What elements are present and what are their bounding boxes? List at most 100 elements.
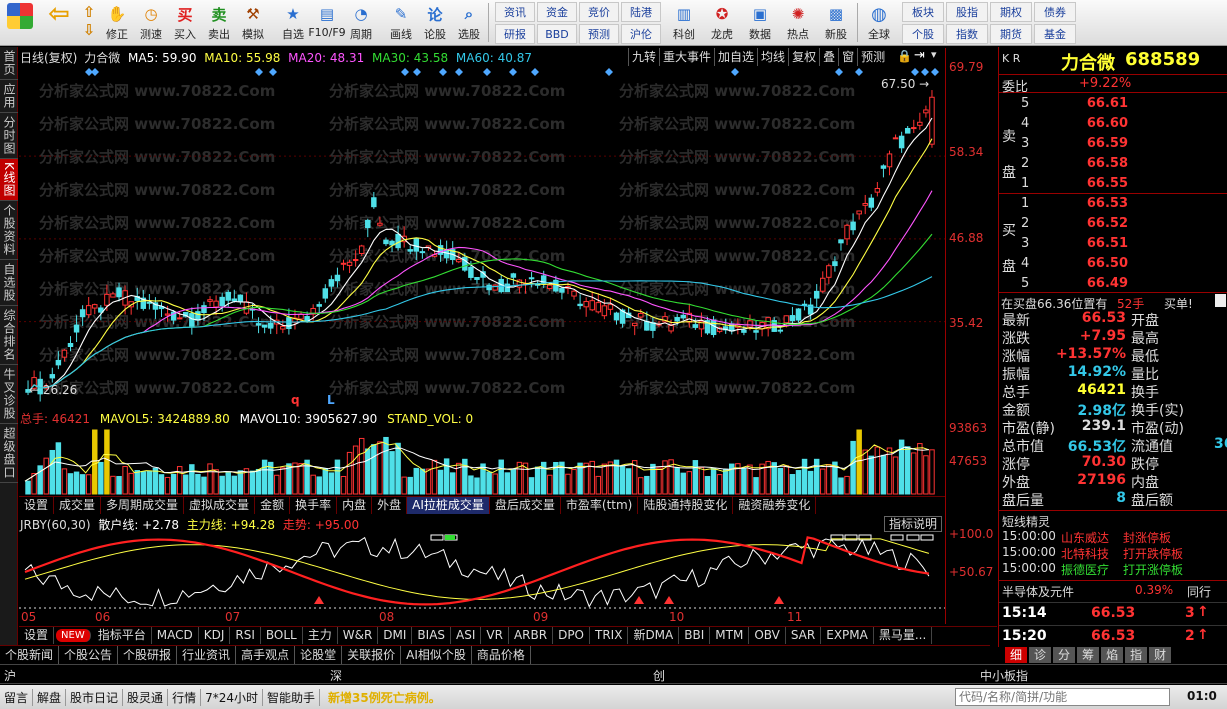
volume-chart[interactable] [19,426,945,496]
event-marker[interactable] [483,68,491,76]
volume-tab-4[interactable]: 金额 [255,497,291,514]
feature-5[interactable]: BBD [537,24,577,44]
left-tab-8[interactable]: 超级盘口 [0,424,18,483]
event-marker[interactable] [731,68,739,76]
feature-6[interactable]: 预测 [579,24,619,44]
toolbar-button-1[interactable]: ◷ 测速 [134,0,168,45]
cycle-label[interactable]: 日线(复权) [20,51,77,65]
event-marker[interactable] [921,68,929,76]
toolbar-button-10[interactable]: ⌕ 选股 [452,0,486,45]
market-5[interactable]: 指数 [946,24,988,44]
bid-row[interactable]: 3 66.51 [999,235,1227,253]
indicator-tab-17[interactable]: BBI [679,627,711,644]
toolbar-button-3[interactable]: 卖卖出 [202,0,236,45]
status-item-1[interactable]: 解盘 [33,688,67,706]
indicator-tab-13[interactable]: ARBR [509,627,554,644]
indicator-tab-22[interactable]: 黑马量... [874,627,933,644]
volume-tab-7[interactable]: 外盘 [372,497,408,514]
ask-row[interactable]: 3 66.59 [999,135,1227,153]
lock-icon[interactable]: 🔒 [897,49,912,63]
indicator-tab-21[interactable]: EXPMA [821,627,874,644]
toolbar-button-4[interactable]: ⚒ 模拟 [236,0,270,45]
event-marker[interactable] [835,68,843,76]
indicator-tab-1[interactable]: NEW [56,629,91,642]
kline-button-5[interactable]: 叠 [819,48,838,66]
toolbar-button-6[interactable]: ▤ F10/F9 [308,0,345,45]
feature-3[interactable]: 陆港 [621,2,661,22]
event-marker[interactable] [931,68,939,76]
indicator-tab-11[interactable]: ASI [451,627,482,644]
volume-tab-3[interactable]: 虚拟成交量 [184,497,256,514]
feature-2[interactable]: 竞价 [579,2,619,22]
indicator-tab-3[interactable]: MACD [152,627,199,644]
market-3[interactable]: 债券 [1034,2,1076,22]
panel-tab-5[interactable]: 指 [1125,647,1148,663]
back-button[interactable]: ⇦ [40,0,78,45]
status-item-2[interactable]: 股市日记 [66,688,124,706]
ask-row[interactable]: 5 66.61 [999,95,1227,113]
left-tab-3[interactable]: K线图 [0,159,18,201]
indicator-tab-5[interactable]: RSI [230,627,261,644]
sector-tag[interactable]: 同行 [1187,583,1211,600]
panel-tab-6[interactable]: 财 [1149,647,1172,663]
panel-tab-4[interactable]: 焰 [1101,647,1124,663]
volume-tab-0[interactable]: 设置 [19,497,55,514]
panel-tab-1[interactable]: 诊 [1029,647,1052,663]
news-tab-6[interactable]: 关联报价 [342,646,402,664]
left-tab-1[interactable]: 应用 [0,80,18,113]
bid-row[interactable]: 5 66.49 [999,275,1227,293]
ask-row[interactable]: 2 66.58 [999,155,1227,173]
feature-7[interactable]: 沪伦 [621,24,661,44]
left-tab-4[interactable]: 个股资料 [0,201,18,260]
volume-tab-1[interactable]: 成交量 [54,497,102,514]
event-marker[interactable] [269,68,277,76]
panel-tab-2[interactable]: 分 [1053,647,1076,663]
event-marker[interactable] [509,68,517,76]
market-4[interactable]: 个股 [902,24,944,44]
left-tab-6[interactable]: 综合排名 [0,306,18,365]
news-tab-5[interactable]: 论股堂 [295,646,343,664]
search-input[interactable] [955,688,1170,706]
sz-index[interactable]: 深 [330,667,342,684]
status-item-0[interactable]: 留言 [0,688,34,706]
zxb-index[interactable]: 中小板指 [980,667,1028,684]
ask-row[interactable]: 1 66.55 [999,175,1227,193]
news-tab-4[interactable]: 高手观点 [236,646,296,664]
indicator-tab-14[interactable]: DPO [553,627,590,644]
volume-tab-8[interactable]: AI拉桩成交量 [407,497,490,514]
fullscreen-icon[interactable]: ⇥ [914,48,925,63]
candlestick-chart[interactable]: 分析家公式网 www.70822.Com 分析家公式网 www.70822.Com… [19,66,945,410]
status-item-5[interactable]: 7*24小时 [201,688,263,706]
left-tab-2[interactable]: 分时图 [0,113,18,159]
bid-row[interactable]: 4 66.50 [999,255,1227,273]
indicator-tab-9[interactable]: DMI [378,627,413,644]
indicator-tab-15[interactable]: TRIX [590,627,629,644]
event-marker[interactable] [605,68,613,76]
toolbar-button-9[interactable]: 论论股 [418,0,452,45]
dropdown-icon[interactable]: ▾ [931,48,937,61]
layout-button[interactable] [0,0,40,45]
feature-icon-button-3[interactable]: ✺ 热点 [779,0,817,45]
news-tab-0[interactable]: 个股新闻 [0,646,60,664]
indicator-tab-19[interactable]: OBV [749,627,786,644]
status-item-4[interactable]: 行情 [168,688,202,706]
market-0[interactable]: 板块 [902,2,944,22]
event-marker[interactable] [401,68,409,76]
event-marker[interactable] [911,68,919,76]
indicator-tab-0[interactable]: 设置 [19,627,55,644]
kline-button-7[interactable]: 预测 [857,48,888,66]
volume-tab-11[interactable]: 陆股通持股变化 [638,497,734,514]
market-7[interactable]: 基金 [1034,24,1076,44]
feature-0[interactable]: 资讯 [495,2,535,22]
kline-button-6[interactable]: 窗 [838,48,857,66]
volume-tab-5[interactable]: 换手率 [290,497,338,514]
kline-button-0[interactable]: 九转 [628,48,659,66]
indicator-tab-6[interactable]: BOLL [261,627,303,644]
news-tab-8[interactable]: 商品价格 [472,646,531,664]
bid-row[interactable]: 1 66.53 [999,195,1227,213]
left-tab-0[interactable]: 首页 [0,47,18,80]
toolbar-button-7[interactable]: ◔ 周期 [344,0,378,45]
indicator-help-button[interactable]: 指标说明 [884,516,942,532]
indicator-tab-20[interactable]: SAR [786,627,822,644]
indicator-tab-8[interactable]: W&R [338,627,379,644]
